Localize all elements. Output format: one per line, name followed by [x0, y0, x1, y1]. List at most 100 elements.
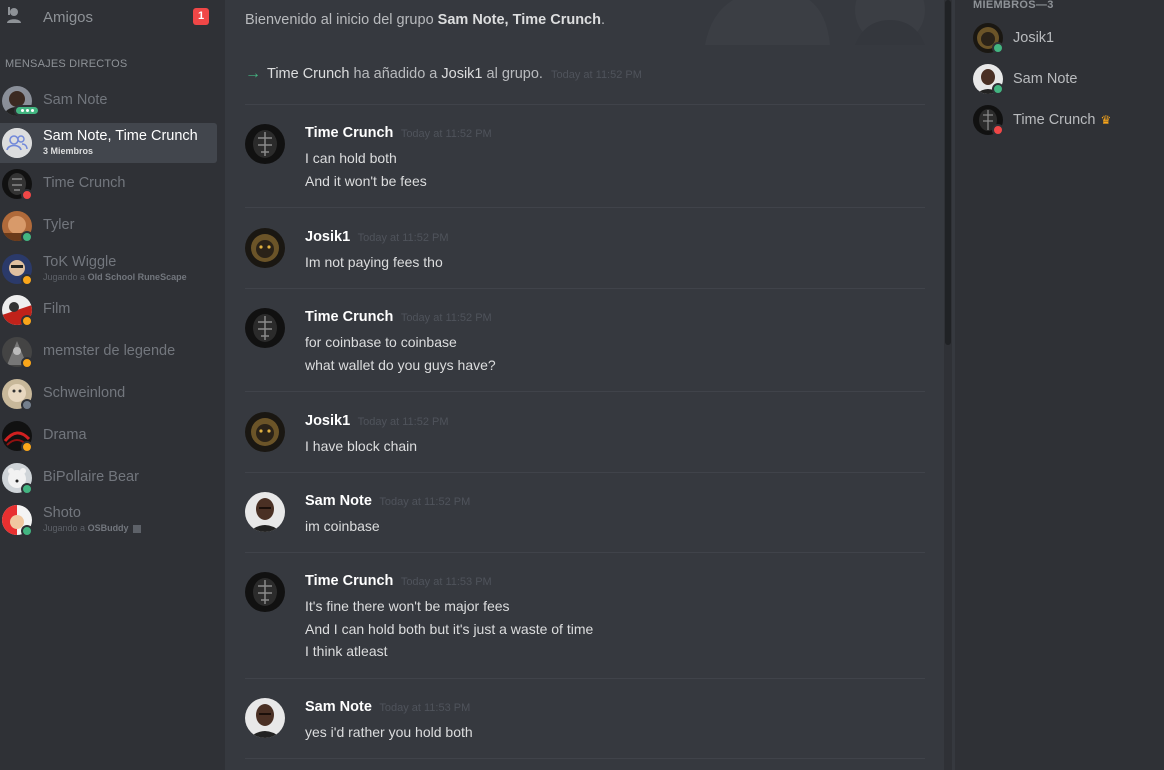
- timestamp: Today at 11:52 PM: [357, 416, 449, 428]
- message-text: I have block chain: [305, 438, 418, 454]
- dm-name: Tyler: [43, 217, 75, 233]
- dm-member-count: 3 Miembros: [43, 146, 94, 156]
- timestamp: Today at 11:53 PM: [400, 576, 492, 588]
- message-text: for coinbase to coinbase: [305, 334, 457, 350]
- system-join-message: → Time Crunch ha añadido a Josik1 al grup…: [245, 65, 642, 82]
- status-dnd: [21, 189, 33, 201]
- dm-name: ToK Wiggle: [43, 254, 117, 270]
- avatar[interactable]: [245, 492, 285, 532]
- divider: [245, 552, 925, 553]
- message-author[interactable]: Sam Note: [305, 699, 372, 715]
- status-idle: [21, 315, 33, 327]
- divider: [245, 207, 925, 208]
- message-text: yes i'd rather you hold both: [305, 724, 473, 740]
- member-name: Time Crunch: [1013, 112, 1096, 128]
- dm-name: Drama: [43, 427, 87, 443]
- group-welcome: Bienvenido al inicio del grupo Sam Note,…: [245, 12, 605, 28]
- avatar[interactable]: [245, 124, 285, 164]
- divider: [245, 758, 925, 759]
- timestamp: Today at 11:53 PM: [379, 702, 471, 714]
- dm-name: Sam Note, Time Crunch: [43, 128, 198, 144]
- message-text: I think atleast: [305, 643, 388, 659]
- dm-item-film[interactable]: Film: [0, 290, 217, 330]
- message-author[interactable]: Josik1: [305, 413, 350, 429]
- friends-icon: [7, 7, 21, 23]
- dm-name: memster de legende: [43, 343, 176, 359]
- chat-area: Bienvenido al inicio del grupo Sam Note,…: [225, 0, 955, 770]
- avatar[interactable]: [245, 228, 285, 268]
- divider: [245, 104, 925, 105]
- divider: [245, 391, 925, 392]
- friends-badge: 1: [193, 8, 209, 25]
- dm-item-drama[interactable]: Drama: [0, 416, 217, 456]
- dm-header: MENSAJES DIRECTOS: [5, 58, 128, 70]
- status-idle: [21, 274, 33, 286]
- message-text: And I can hold both but it's just a wast…: [305, 620, 594, 637]
- timestamp: Today at 11:52 PM: [551, 69, 642, 81]
- status-online: [21, 483, 33, 495]
- message-author[interactable]: Time Crunch: [305, 125, 393, 141]
- status-idle: [21, 357, 33, 369]
- crown-icon: ♛: [1100, 113, 1112, 127]
- avatar[interactable]: [245, 308, 285, 348]
- group-icon: [2, 128, 32, 158]
- message-text: And it won't be fees: [305, 172, 427, 189]
- message-text: It's fine there won't be major fees: [305, 598, 510, 614]
- member-item-josik1[interactable]: Josik1: [955, 19, 1164, 57]
- dm-item-group[interactable]: Sam Note, Time Crunch 3 Miembros: [0, 123, 217, 163]
- message-author[interactable]: Sam Note: [305, 493, 372, 509]
- friends-nav-item[interactable]: Amigos 1: [0, 0, 225, 34]
- dm-item-time-crunch[interactable]: Time Crunch: [0, 164, 217, 204]
- join-target[interactable]: Josik1: [441, 66, 482, 82]
- dm-activity: Jugando a OSBuddy: [43, 523, 142, 533]
- dm-name: Time Crunch: [43, 175, 126, 191]
- dm-name: Film: [43, 301, 71, 317]
- status-dnd: [992, 124, 1004, 136]
- status-online: [992, 83, 1004, 95]
- message-text: what wallet do you guys have?: [305, 356, 496, 373]
- friends-label: Amigos: [43, 9, 94, 26]
- member-name: Sam Note: [1013, 71, 1078, 87]
- dm-item-memster[interactable]: memster de legende: [0, 332, 217, 372]
- dm-item-bipollaire-bear[interactable]: BiPollaire Bear: [0, 458, 217, 498]
- dm-name: Shoto: [43, 505, 81, 521]
- message-text: Im not paying fees tho: [305, 254, 443, 270]
- timestamp: Today at 11:52 PM: [400, 312, 492, 324]
- message-text: I can hold both: [305, 150, 397, 166]
- dm-sidebar: Amigos 1 MENSAJES DIRECTOS Sam Note Sam …: [0, 0, 225, 770]
- avatar[interactable]: [245, 572, 285, 612]
- dm-item-shoto[interactable]: Shoto Jugando a OSBuddy: [0, 500, 217, 540]
- timestamp: Today at 11:52 PM: [379, 496, 471, 508]
- dm-item-sam-note[interactable]: Sam Note: [0, 81, 217, 121]
- avatar[interactable]: [245, 412, 285, 452]
- dm-name: Sam Note: [43, 92, 108, 108]
- avatar[interactable]: [245, 698, 285, 738]
- status-offline: [21, 399, 33, 411]
- member-list-header: MIEMBROS—3: [973, 0, 1054, 11]
- join-arrow-icon: →: [245, 65, 261, 82]
- member-item-sam-note[interactable]: Sam Note: [955, 60, 1164, 98]
- member-name: Josik1: [1013, 30, 1055, 46]
- join-actor[interactable]: Time Crunch: [267, 66, 349, 82]
- message-author[interactable]: Time Crunch: [305, 309, 393, 325]
- status-idle: [21, 441, 33, 453]
- status-online: [21, 525, 33, 537]
- message-author[interactable]: Josik1: [305, 229, 350, 245]
- dm-activity: Jugando a Old School RuneScape: [43, 272, 187, 282]
- status-online: [992, 42, 1004, 54]
- divider: [245, 288, 925, 289]
- status-online: [21, 231, 33, 243]
- dm-name: BiPollaire Bear: [43, 469, 139, 485]
- timestamp: Today at 11:52 PM: [357, 232, 449, 244]
- chat-scrollbar-thumb[interactable]: [945, 0, 951, 345]
- rich-presence-icon: [133, 524, 142, 533]
- dm-item-schweinlond[interactable]: Schweinlond: [0, 374, 217, 414]
- group-watermark-icon: [705, 0, 925, 45]
- dm-item-tok-wiggle[interactable]: ToK Wiggle Jugando a Old School RuneScap…: [0, 249, 217, 289]
- member-item-time-crunch[interactable]: Time Crunch ♛: [955, 101, 1164, 139]
- message-author[interactable]: Time Crunch: [305, 573, 393, 589]
- dm-item-tyler[interactable]: Tyler: [0, 206, 217, 246]
- timestamp: Today at 11:52 PM: [400, 128, 492, 140]
- divider: [245, 678, 925, 679]
- typing-indicator: [14, 105, 40, 116]
